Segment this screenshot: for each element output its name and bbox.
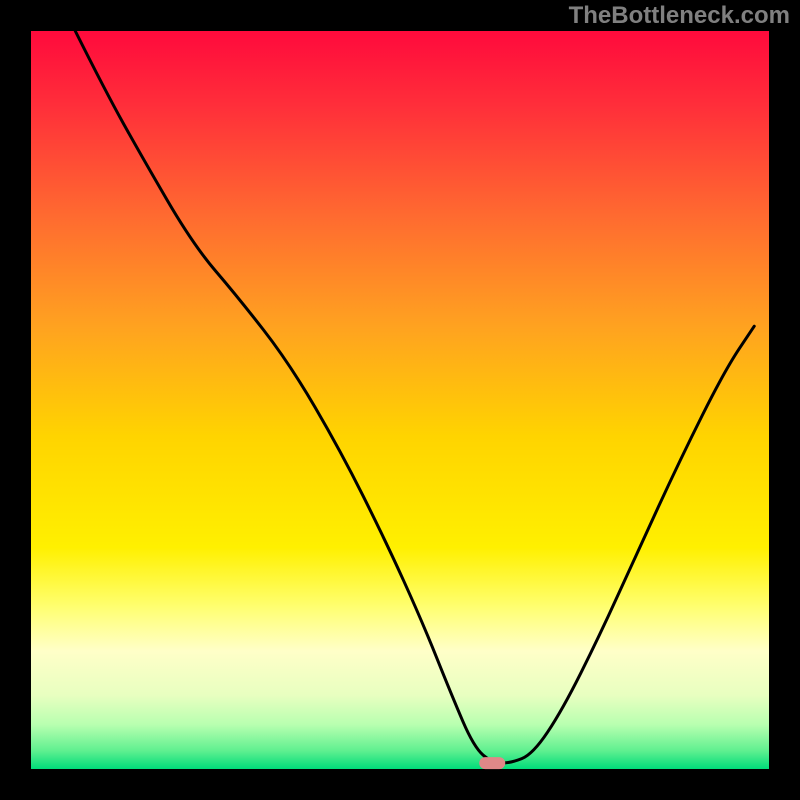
- watermark-text: TheBottleneck.com: [569, 2, 790, 30]
- optimal-marker: [479, 757, 505, 769]
- chart-container: TheBottleneck.com: [0, 0, 800, 800]
- chart-svg: [0, 0, 800, 800]
- plot-area: [31, 31, 769, 769]
